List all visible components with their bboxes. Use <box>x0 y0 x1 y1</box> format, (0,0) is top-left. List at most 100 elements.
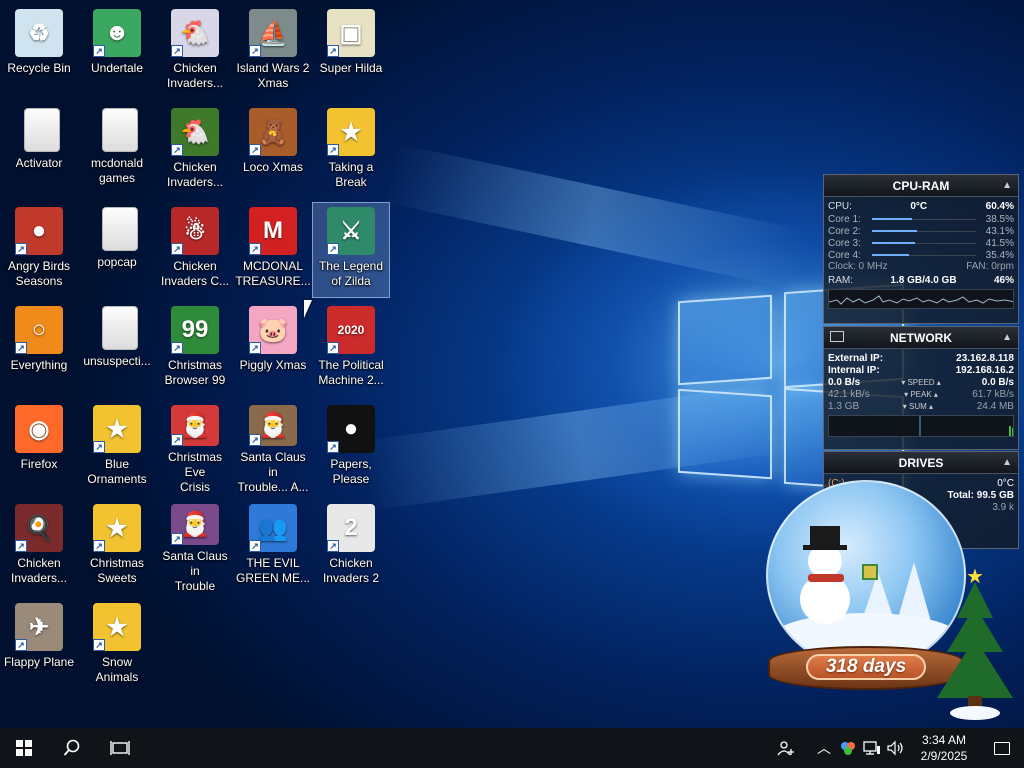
desktop-icon[interactable]: ♻ Recycle Bin <box>0 4 78 100</box>
network-status-icon[interactable] <box>860 728 884 768</box>
people-icon[interactable] <box>774 728 798 768</box>
volume-icon[interactable] <box>884 728 908 768</box>
collapse-caret-icon[interactable]: ▲ <box>1002 180 1012 191</box>
speed-label: ▾ SPEED ▴ <box>901 378 941 387</box>
action-center-button[interactable] <box>980 728 1024 768</box>
scarf <box>808 574 844 582</box>
core-value: 35.4% <box>985 249 1014 261</box>
search-button[interactable] <box>48 728 96 768</box>
task-view-button[interactable] <box>96 728 144 768</box>
monitor-icon <box>830 331 844 342</box>
desktop-icon[interactable]: ● ↗ Papers, Please <box>312 400 390 496</box>
desktop-icon[interactable]: mcdonald games <box>78 103 156 199</box>
core-load-bar <box>872 253 976 256</box>
desktop-icon[interactable]: ★ ↗ Taking a Break <box>312 103 390 199</box>
desktop-icon[interactable]: ⚔ ↗ The Legend of Zilda <box>312 202 390 298</box>
desktop-icon[interactable]: 🎅 ↗ Santa Claus in Trouble... A... <box>234 400 312 496</box>
shortcut-arrow-icon: ↗ <box>327 540 339 552</box>
shortcut-arrow-icon: ↗ <box>171 144 183 156</box>
desktop-icon[interactable]: ✈ ↗ Flappy Plane <box>0 598 78 694</box>
window-logo-pane <box>678 294 772 386</box>
shortcut-arrow-icon: ↗ <box>249 45 261 57</box>
network-header[interactable]: NETWORK ▲ <box>824 327 1018 349</box>
desktop-icon-label: unsuspecti... <box>83 354 151 368</box>
icon-glyph: 🎅 <box>258 412 288 439</box>
desktop-icon-label: Chicken Invaders C... <box>160 259 230 288</box>
cpu-ram-header[interactable]: CPU-RAM ▲ <box>824 175 1018 197</box>
core-value: 43.1% <box>985 225 1014 237</box>
desktop-icon[interactable]: 🎅 ↗ Christmas Eve Crisis <box>156 400 234 496</box>
icon-glyph: 99 <box>181 316 209 343</box>
ram-label: RAM: <box>828 275 853 286</box>
desktop-icon[interactable]: 2020 ↗ The Political Machine 2... <box>312 301 390 397</box>
network-gadget[interactable]: NETWORK ▲ External IP: 23.162.8.118 Inte… <box>823 326 1019 450</box>
cpu-percent: 60.4% <box>985 201 1014 212</box>
clock-date: 2/9/2025 <box>920 749 968 763</box>
collapse-caret-icon[interactable]: ▲ <box>1002 457 1012 468</box>
cpu-ram-gadget[interactable]: CPU-RAM ▲ CPU: 0°C 60.4% Core 1: 38.5% Cor… <box>823 174 1019 324</box>
icon-glyph: 🎅 <box>180 412 210 439</box>
icon-glyph: 2 <box>344 514 358 541</box>
drives-header[interactable]: DRIVES ▲ <box>824 452 1018 474</box>
top-hat-icon <box>803 526 847 550</box>
speed-row: 0.0 B/s ▾ SPEED ▴ 0.0 B/s <box>824 377 1018 389</box>
cpu-temp: 0°C <box>910 201 928 212</box>
desktop-icon[interactable]: ● ↗ Angry Birds Seasons <box>0 202 78 298</box>
collapse-caret-icon[interactable]: ▲ <box>1002 332 1012 343</box>
desktop-icon[interactable]: 99 ↗ Christmas Browser 99 <box>156 301 234 397</box>
icon-glyph: ★ <box>340 118 362 146</box>
desktop-icon[interactable]: 2 ↗ Chicken Invaders 2 <box>312 499 390 595</box>
sum-up: 24.4 MB <box>976 401 1014 412</box>
desktop-icon[interactable]: popcap <box>78 202 156 298</box>
folder-icon <box>102 207 138 251</box>
app-tray-icon[interactable] <box>836 728 860 768</box>
desktop-icon[interactable]: 🎅 ↗ Santa Claus in Trouble <box>156 499 234 595</box>
core-name: Core 4: <box>828 249 861 261</box>
desktop-icon[interactable]: ○ ↗ Everything <box>0 301 78 397</box>
desktop-icon[interactable]: Activator <box>0 103 78 199</box>
desktop-icon[interactable]: ☻ ↗ Undertale <box>78 4 156 100</box>
ram-row: RAM: 1.8 GB/4.0 GB 46% <box>824 275 1018 287</box>
shortcut-arrow-icon: ↗ <box>15 540 27 552</box>
core-name: Core 3: <box>828 237 861 249</box>
desktop-icon[interactable]: 🐔 ↗ Chicken Invaders... <box>156 4 234 100</box>
taskbar-clock[interactable]: 3:34 AM 2/9/2025 <box>908 732 980 764</box>
desktop-icon[interactable]: ★ ↗ Blue Ornaments <box>78 400 156 496</box>
desktop-icon[interactable]: 👥 ↗ THE EVIL GREEN ME... <box>234 499 312 595</box>
desktop-icon[interactable]: ★ ↗ Christmas Sweets <box>78 499 156 595</box>
core-name: Core 2: <box>828 225 861 237</box>
internal-ip-label: Internal IP: <box>828 365 880 376</box>
core-load-bar <box>872 241 976 244</box>
system-tray: ︿ 3:34 AM 2/9/2025 <box>774 728 1024 768</box>
app-icon: 2 ↗ <box>327 504 375 552</box>
shortcut-arrow-icon: ↗ <box>327 243 339 255</box>
desktop-icon-label: Chicken Invaders... <box>166 61 224 90</box>
notification-icon <box>994 741 1010 755</box>
show-hidden-icons-chevron-up-icon[interactable]: ︿ <box>812 728 836 768</box>
desktop-icon[interactable]: 🐔 ↗ Chicken Invaders... <box>156 103 234 199</box>
desktop-icon-label: Snow Animals <box>95 655 139 684</box>
desktop-icon[interactable]: unsuspecti... <box>78 301 156 397</box>
icon-glyph: ✈ <box>28 613 50 641</box>
desktop-icon-label: Recycle Bin <box>7 61 71 75</box>
desktop-icon[interactable]: ⛵ ↗ Island Wars 2 Xmas <box>234 4 312 100</box>
app-icon: ♻ <box>15 9 63 57</box>
fan-text: FAN: 0rpm <box>966 261 1014 272</box>
desktop-icon[interactable]: 🐷 ↗ Piggly Xmas <box>234 301 312 397</box>
christmas-tree-icon: ★ <box>930 566 1020 728</box>
desktop-icon-label: MCDONAL TREASURE... <box>235 259 311 288</box>
core-row: Core 1: 38.5% <box>824 213 1018 225</box>
desktop-icon-label: The Political Machine 2... <box>318 358 384 387</box>
app-icon: ✈ ↗ <box>15 603 63 651</box>
desktop-icon[interactable]: ◉ Firefox <box>0 400 78 496</box>
desktop-icon[interactable]: ▣ ↗ Super Hilda <box>312 4 390 100</box>
start-button[interactable] <box>0 728 48 768</box>
app-icon: 🎅 ↗ <box>171 504 219 545</box>
task-view-icon <box>110 741 130 755</box>
desktop-icon[interactable]: 🍳 ↗ Chicken Invaders... <box>0 499 78 595</box>
desktop-icon[interactable]: M ↗ MCDONAL TREASURE... <box>234 202 312 298</box>
desktop-icon[interactable]: 🧸 ↗ Loco Xmas <box>234 103 312 199</box>
desktop-icon[interactable]: ☃ ↗ Chicken Invaders C... <box>156 202 234 298</box>
desktop-icon[interactable]: ★ ↗ Snow Animals <box>78 598 156 694</box>
core-load-fill <box>872 253 909 256</box>
